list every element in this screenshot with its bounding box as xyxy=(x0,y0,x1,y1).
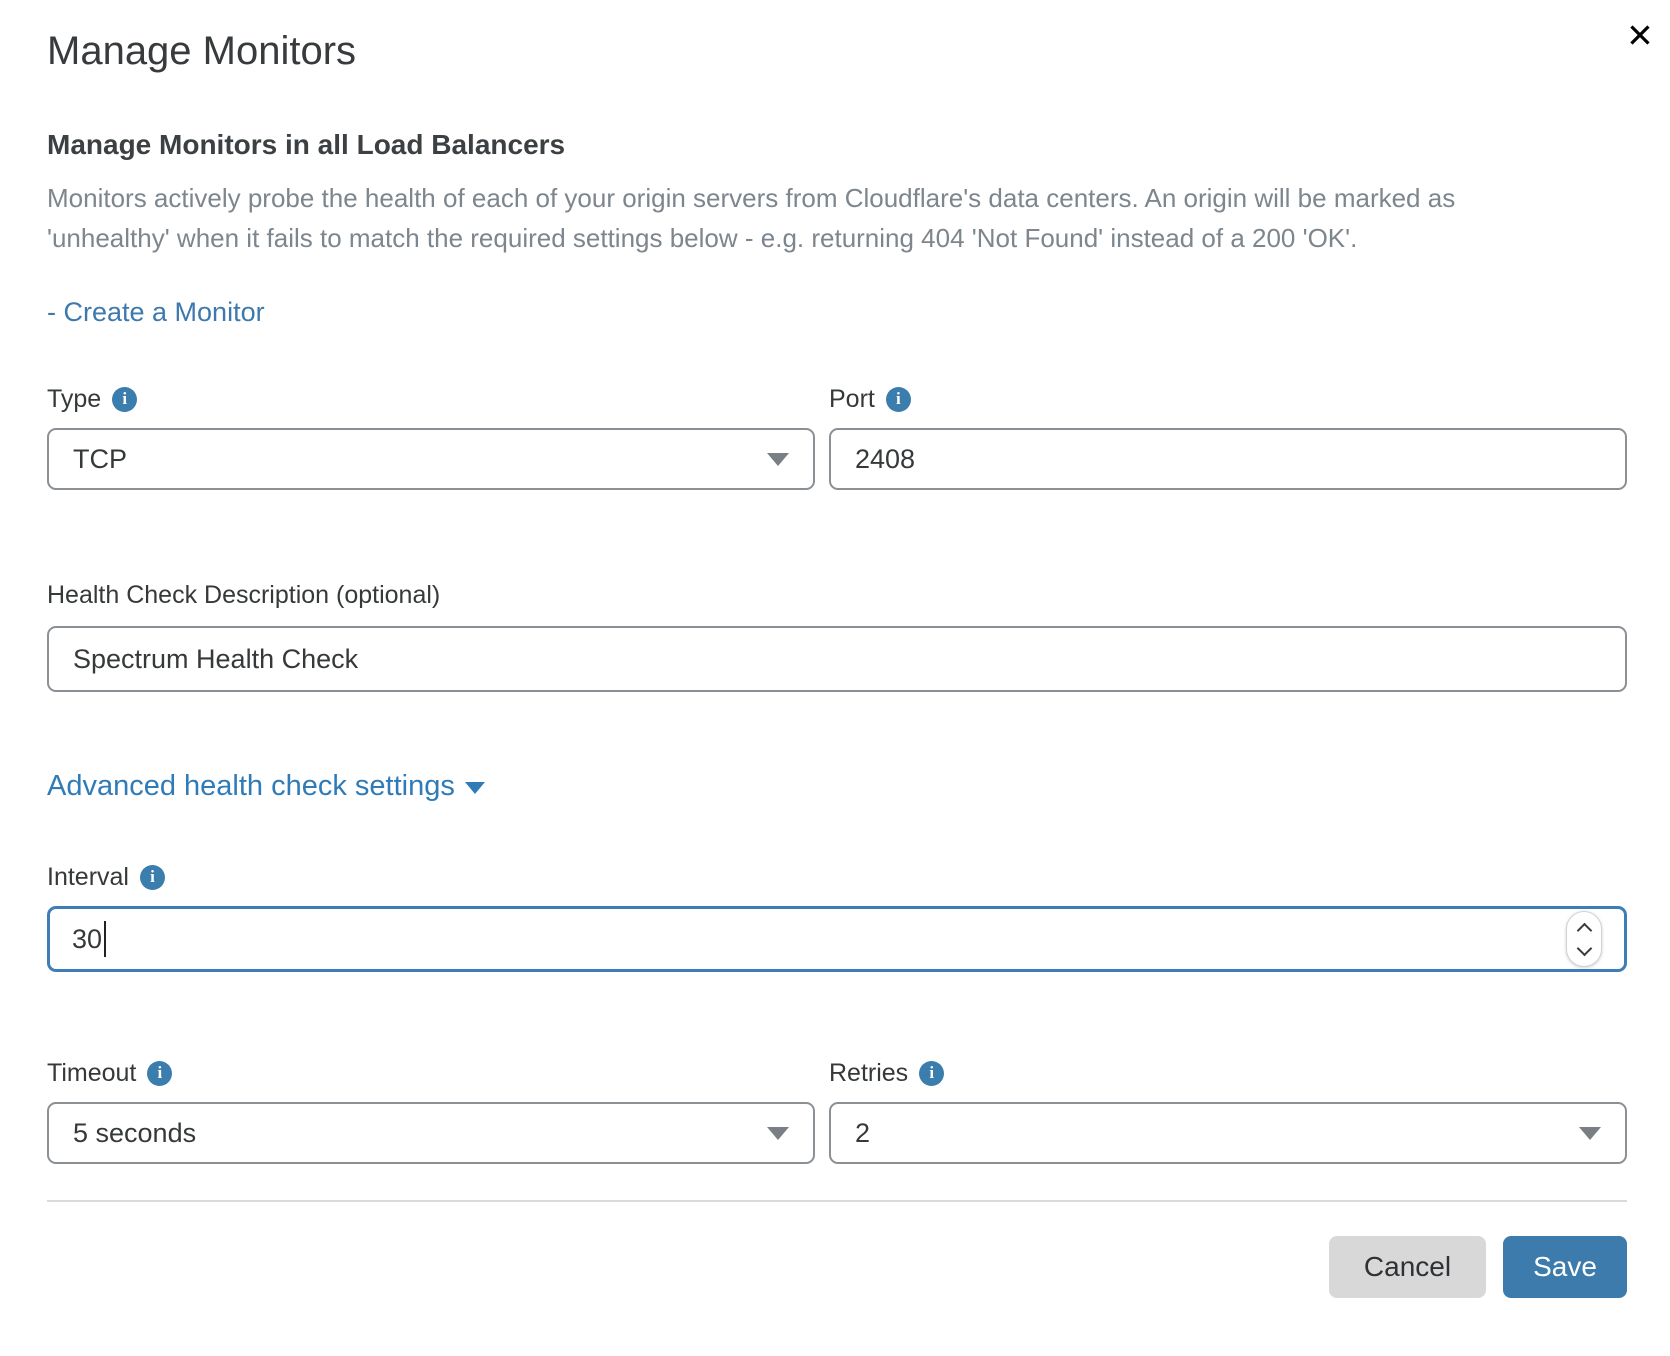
type-field-group: Type i TCP xyxy=(47,382,815,490)
retries-select[interactable]: 2 xyxy=(829,1102,1627,1164)
advanced-settings-block: Advanced health check settings xyxy=(47,768,1627,804)
section-description: Monitors actively probe the health of ea… xyxy=(47,178,1517,258)
retries-label: Retries i xyxy=(829,1056,1627,1090)
type-label-text: Type xyxy=(47,382,101,416)
timeout-field-group: Timeout i 5 seconds xyxy=(47,1056,815,1164)
type-port-row: Type i TCP Port i xyxy=(47,382,1627,490)
advanced-settings-link-text: Advanced health check settings xyxy=(47,768,455,804)
interval-label: Interval i xyxy=(47,860,1627,894)
chevron-down-icon xyxy=(767,1127,789,1140)
port-label-text: Port xyxy=(829,382,875,416)
retries-field-group: Retries i 2 xyxy=(829,1056,1627,1164)
timeout-retries-row: Timeout i 5 seconds Retries i 2 xyxy=(47,1056,1627,1164)
interval-label-text: Interval xyxy=(47,860,129,894)
info-icon[interactable]: i xyxy=(147,1061,172,1086)
stepper-up-icon[interactable] xyxy=(1576,922,1592,938)
port-field-group: Port i xyxy=(829,382,1627,490)
description-field-group: Health Check Description (optional) xyxy=(47,578,1627,692)
port-label: Port i xyxy=(829,382,1627,416)
health-check-description-input[interactable] xyxy=(47,626,1627,692)
type-select[interactable]: TCP xyxy=(47,428,815,490)
dialog-title: Manage Monitors xyxy=(47,26,1627,76)
interval-field-group: Interval i 30 xyxy=(47,860,1627,972)
info-icon[interactable]: i xyxy=(919,1061,944,1086)
info-icon[interactable]: i xyxy=(140,865,165,890)
manage-monitors-dialog: Manage Monitors ✕ Manage Monitors in all… xyxy=(0,0,1670,1298)
info-icon[interactable]: i xyxy=(886,387,911,412)
type-select-value: TCP xyxy=(73,444,127,475)
interval-input[interactable]: 30 xyxy=(47,906,1627,972)
port-input[interactable] xyxy=(829,428,1627,490)
timeout-select-value: 5 seconds xyxy=(73,1118,196,1149)
advanced-settings-link[interactable]: Advanced health check settings xyxy=(47,768,485,804)
text-cursor xyxy=(104,921,106,957)
info-icon[interactable]: i xyxy=(112,387,137,412)
dialog-footer: Cancel Save xyxy=(47,1236,1627,1298)
interval-value: 30 xyxy=(72,924,102,955)
chevron-down-icon xyxy=(465,782,485,794)
timeout-label-text: Timeout xyxy=(47,1056,136,1090)
stepper-down-icon[interactable] xyxy=(1576,940,1592,956)
footer-divider xyxy=(47,1200,1627,1202)
section-heading: Manage Monitors in all Load Balancers xyxy=(47,128,1627,162)
chevron-down-icon xyxy=(767,453,789,466)
retries-label-text: Retries xyxy=(829,1056,908,1090)
save-button[interactable]: Save xyxy=(1503,1236,1627,1298)
timeout-label: Timeout i xyxy=(47,1056,815,1090)
number-stepper[interactable] xyxy=(1566,911,1602,967)
description-label: Health Check Description (optional) xyxy=(47,578,1627,612)
cancel-button[interactable]: Cancel xyxy=(1329,1236,1486,1298)
type-label: Type i xyxy=(47,382,815,416)
close-icon[interactable]: ✕ xyxy=(1618,14,1662,58)
chevron-down-icon xyxy=(1579,1127,1601,1140)
retries-select-value: 2 xyxy=(855,1118,870,1149)
create-monitor-link[interactable]: - Create a Monitor xyxy=(47,294,265,330)
description-label-text: Health Check Description (optional) xyxy=(47,578,440,612)
timeout-select[interactable]: 5 seconds xyxy=(47,1102,815,1164)
